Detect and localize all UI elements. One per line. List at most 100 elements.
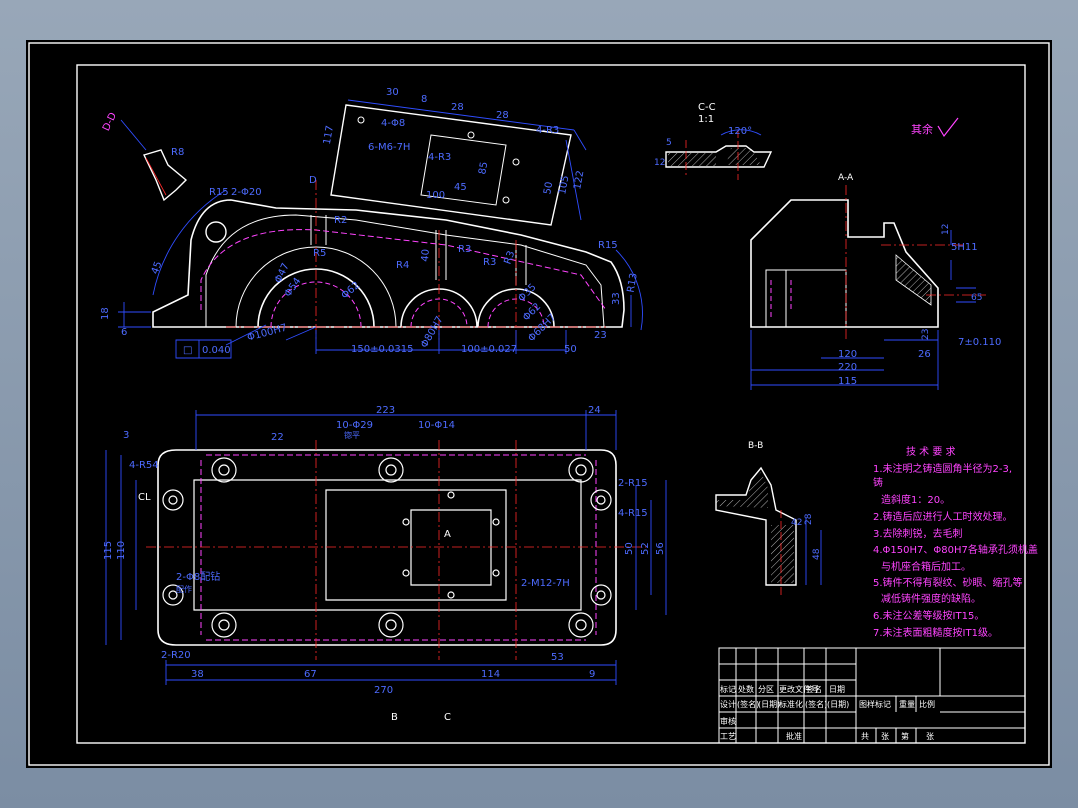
side-dim-23: 23 <box>921 329 931 340</box>
top-thread-2m8: 2-Φ8配钻 <box>176 570 220 583</box>
dim-33: 33 <box>611 292 622 305</box>
section-d-marker: D <box>309 175 317 186</box>
section-bb-d28: 28 <box>804 513 814 525</box>
dim-phi54: Φ54 <box>283 276 304 299</box>
side-dim-26: 26 <box>918 349 931 360</box>
dim-105: 105 <box>557 175 571 196</box>
side-dim-220: 220 <box>838 362 857 373</box>
dim-40: 40 <box>420 249 432 263</box>
dim-150: 150±0.0315 <box>351 344 413 355</box>
dim-phi35: Φ35 <box>516 282 538 304</box>
tb-row-a-4: 签名 <box>806 684 822 694</box>
dim-r2: R2 <box>334 215 347 226</box>
tb-row-c-0: 审核 <box>720 716 736 726</box>
top-dim-115: 115 <box>103 541 114 560</box>
side-view-aa[interactable]: A-A 120 220 115 26 7±0.110 5H11 12 23 65 <box>750 173 1001 390</box>
top-dim-270: 270 <box>374 685 393 696</box>
tb-sheet-0: 共 <box>861 732 869 741</box>
side-dim-5h11: 5H11 <box>951 242 978 253</box>
top-dim-22: 22 <box>271 432 284 443</box>
cad-window: 30 8 28 28 117 4-Φ8 4-R3 6-M6-7H 4-R3 45… <box>0 0 1078 808</box>
dim-117: 117 <box>322 125 336 146</box>
dim-30: 30 <box>386 87 399 98</box>
drawing-canvas[interactable]: 30 8 28 28 117 4-Φ8 4-R3 6-M6-7H 4-R3 45… <box>26 40 1052 768</box>
dim-85: 85 <box>477 161 490 175</box>
holes-4-r3b: 4-R3 <box>428 152 451 163</box>
rest-roughness-text: 其余 <box>911 122 933 136</box>
top-thread-2m12: 2-M12-7H <box>521 578 570 589</box>
dim-r15a: R15 <box>209 187 229 198</box>
section-cc[interactable]: C-C 1:1 120° 12 5 <box>654 102 773 180</box>
top-dim-223: 223 <box>376 405 395 416</box>
top-view[interactable]: 223 24 22 10-Φ29 锪平 10-Φ14 4-R54 2-R15 4… <box>103 405 667 723</box>
side-dim-115: 115 <box>838 376 857 387</box>
dim-100: 100 <box>426 190 445 201</box>
top-dim-24: 24 <box>588 405 601 416</box>
drawing-viewport[interactable]: 30 8 28 28 117 4-Φ8 4-R3 6-M6-7H 4-R3 45… <box>26 40 1052 768</box>
dim-23: 23 <box>594 330 607 341</box>
tech-requirements: 技 术 要 求 1.未注明之铸造圆角半径为2-3, 铸 造斜度1：20。 2.铸… <box>873 445 1038 639</box>
top-dim-67: 67 <box>304 669 317 680</box>
tb-row-b-3: 标准化 <box>779 699 803 709</box>
section-bb[interactable]: B-B 28 48 42 <box>715 441 822 595</box>
side-dim-120: 120 <box>838 349 857 360</box>
section-cc-d5: 5 <box>666 138 672 148</box>
dim-r8: R8 <box>171 147 184 158</box>
top-section-b: B <box>391 712 398 723</box>
dim-phi62: Φ62 <box>339 280 362 302</box>
flange-inner <box>193 479 582 611</box>
tech-line-7: 与机座合箱后加工。 <box>881 560 971 573</box>
tb-row-b-0: 设计 <box>720 699 736 709</box>
dim-phi80: Φ80H7 <box>419 315 446 350</box>
dim-100b: 100±0.027 <box>461 344 517 355</box>
inner-frame <box>76 64 1026 744</box>
housing-outline <box>152 199 625 328</box>
tb-row-b-2: (日期) <box>758 700 780 709</box>
base-outline <box>157 449 617 646</box>
top-dim-52: 52 <box>640 542 651 555</box>
side-dim-12: 12 <box>941 224 951 235</box>
top-ream-note: 配作 <box>176 584 192 594</box>
side-dim-65: 65 <box>971 293 982 303</box>
inspection-hole <box>410 509 492 586</box>
holes-4-8: 4-Φ8 <box>381 118 405 129</box>
tech-line-2: 铸 <box>873 476 883 489</box>
section-bb-label: B-B <box>748 441 763 451</box>
front-dim-lines <box>118 189 643 359</box>
tb-extra-weight: 重量 <box>899 699 915 709</box>
tech-line-6: 4.Φ150H7、Φ80H7各轴承孔须机盖 <box>873 543 1038 556</box>
dim-28b: 28 <box>496 110 509 121</box>
tech-line-4: 2.铸造后应进行人工时效处理。 <box>873 510 1013 523</box>
tech-line-5: 3.去除刺锐，去毛刺 <box>873 527 963 540</box>
tech-line-10: 6.未注公差等级按IT15。 <box>873 609 984 622</box>
top-dim-53: 53 <box>551 652 564 663</box>
dim-6: 6 <box>121 327 127 338</box>
top-dim-110: 110 <box>116 541 127 560</box>
section-dd <box>120 119 188 202</box>
tb-row-b-1: (签名) <box>737 699 759 709</box>
dim-122: 122 <box>572 170 586 191</box>
roughness-note: 其余 <box>911 117 959 138</box>
top-holes-10-14: 10-Φ14 <box>418 420 455 431</box>
dim-45b: 45 <box>150 260 165 276</box>
flatness-symbol: □ <box>183 345 192 356</box>
section-cc-label: C-C <box>698 102 716 113</box>
section-aa-label: A-A <box>838 173 854 183</box>
dim-r3: R3 <box>458 244 471 255</box>
dim-r3b: R3 <box>483 257 496 268</box>
lifting-lug-hole <box>205 221 227 243</box>
section-dd-label: D-D <box>101 111 119 133</box>
roughness-check-icon <box>937 117 959 138</box>
holes-2-20: 2-Φ20 <box>231 187 262 198</box>
tb-sheet-1: 张 <box>881 732 889 741</box>
dim-phi100: Φ100H7 <box>246 322 288 343</box>
tb-extra-mark: 图样标记 <box>859 699 891 709</box>
tb-extra-scale: 比例 <box>919 699 935 709</box>
top-dim-3: 3 <box>123 430 129 441</box>
tb-row-a-0: 标记 <box>720 684 736 694</box>
dim-18: 18 <box>100 307 111 320</box>
tb-row-a-5: 日期 <box>829 685 845 694</box>
top-hidden-edges <box>200 454 597 641</box>
front-view[interactable]: 30 8 28 28 117 4-Φ8 4-R3 6-M6-7H 4-R3 45… <box>100 87 643 359</box>
tech-line-11: 7.未注表面粗糙度按IT1级。 <box>873 626 998 639</box>
